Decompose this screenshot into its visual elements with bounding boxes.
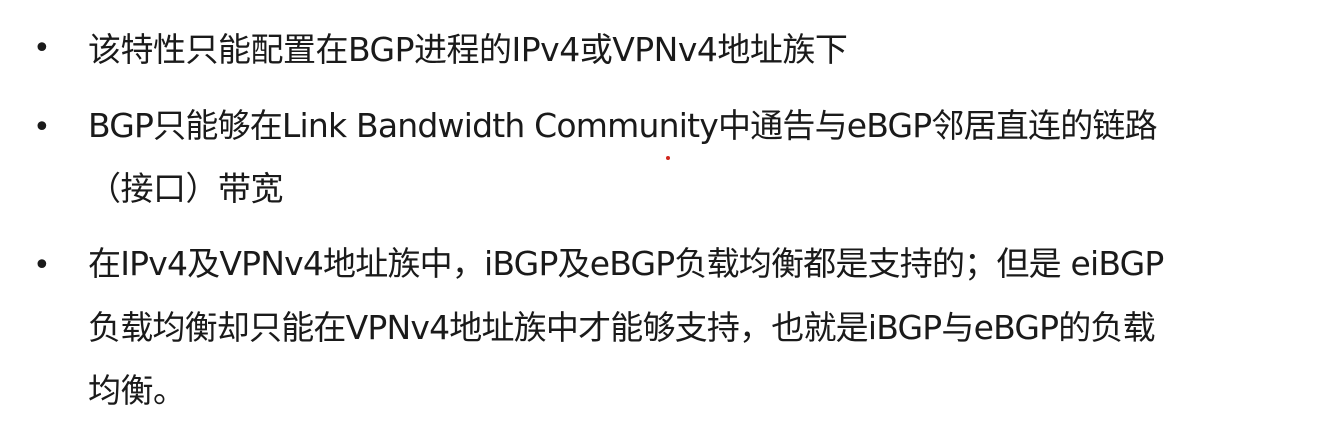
bullet-dot: •	[33, 31, 51, 66]
bullet-3-line-1: 在IPv4及VPNv4地址族中，iBGP及eBGP负载均衡都是支持的；但是 ei…	[88, 244, 1164, 283]
bullet-2-line-1: BGP只能够在Link Bandwidth Community中通告与eBGP邻…	[88, 106, 1158, 145]
cursor-marker	[666, 156, 670, 160]
bullet-3-line-2: 负载均衡却只能在VPNv4地址族中才能够支持，也就是iBGP与eBGP的负载	[88, 308, 1156, 347]
slide: • 该特性只能配置在BGP进程的IPv4或VPNv4地址族下 • BGP只能够在…	[0, 0, 1340, 435]
bullet-1-line-1: 该特性只能配置在BGP进程的IPv4或VPNv4地址族下	[88, 30, 848, 69]
bullet-dot: •	[33, 110, 51, 145]
bullet-2-line-2: （接口）带宽	[88, 169, 284, 208]
bullet-3-line-3: 均衡。	[88, 371, 186, 410]
bullet-dot: •	[33, 248, 51, 283]
